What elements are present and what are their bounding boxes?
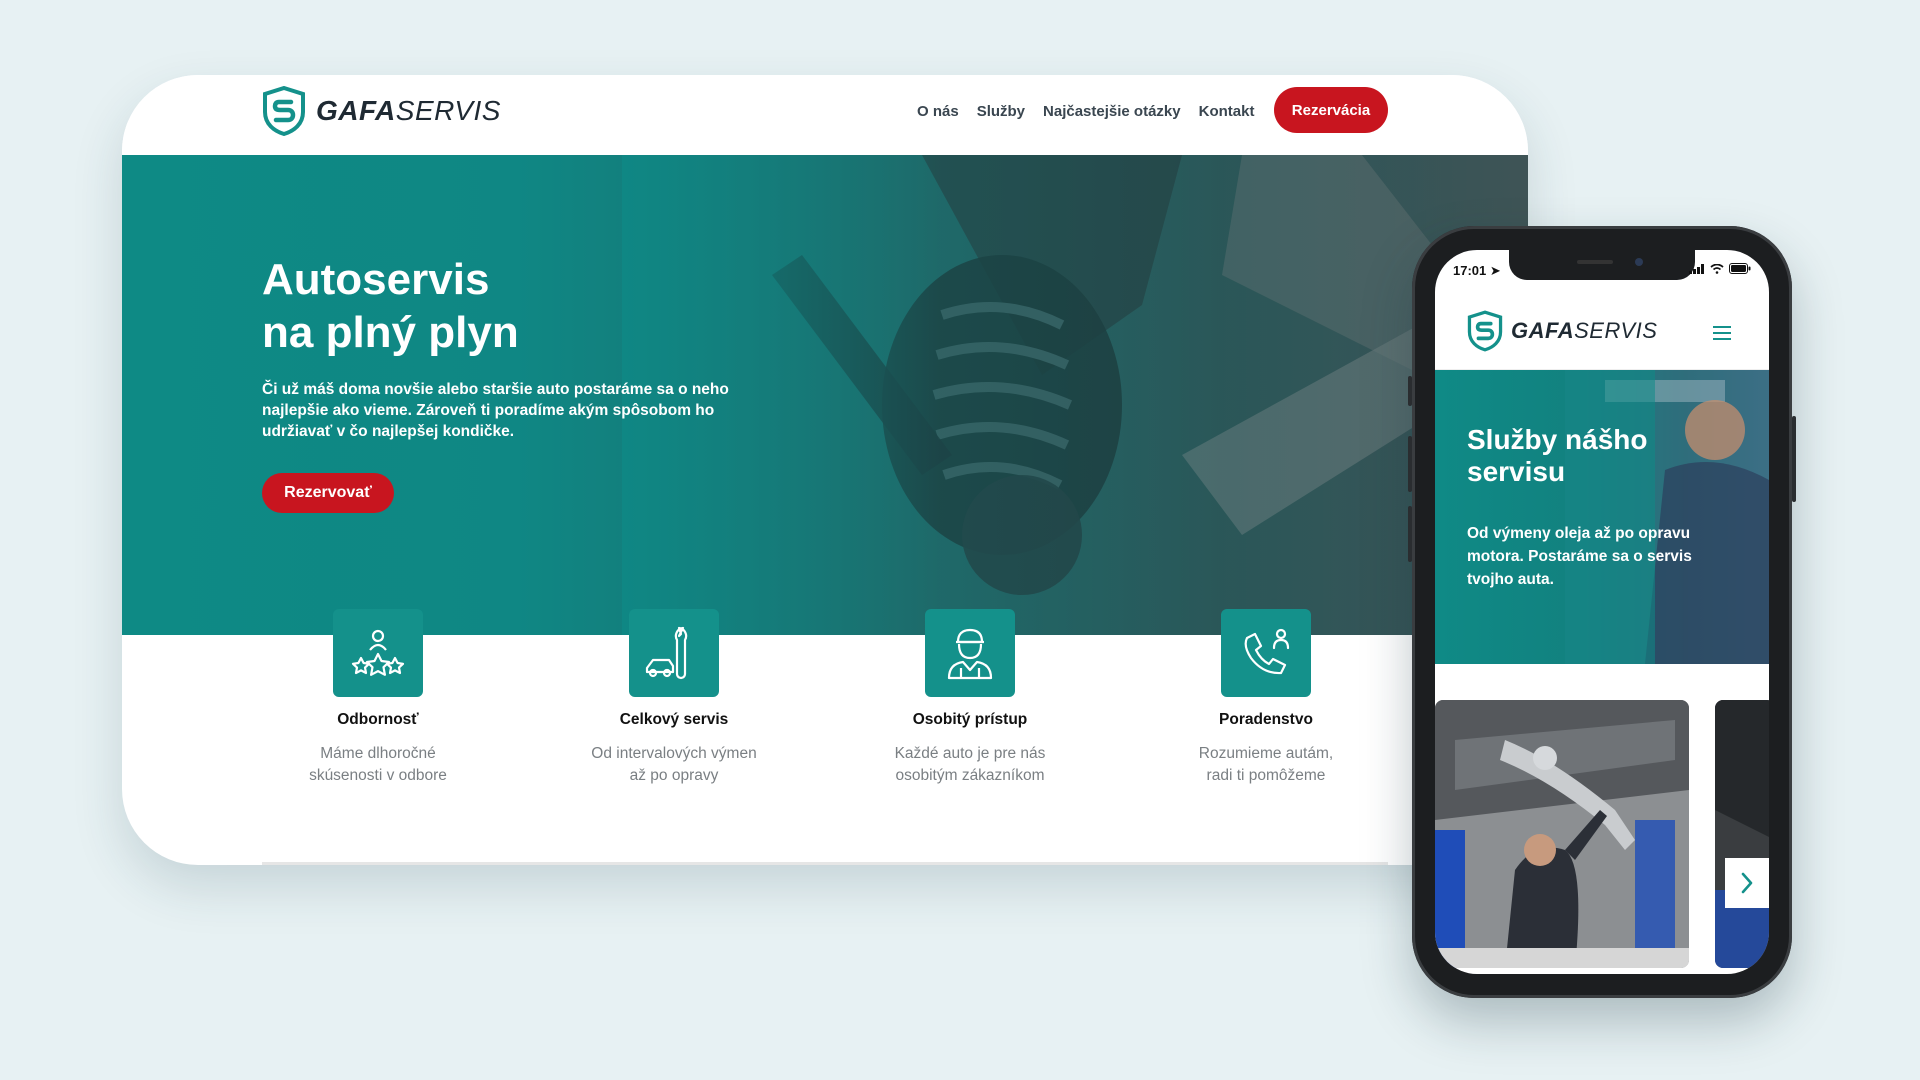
mechanic-icon <box>947 628 993 680</box>
phone-power-button <box>1792 416 1796 502</box>
hero-text: Či už máš doma novšie alebo staršie auto… <box>262 381 729 440</box>
phone-support-icon <box>1244 628 1290 675</box>
status-icons <box>1689 263 1751 274</box>
phone-screen: 17:01 ➤ GAFASERVIS Služby nášho servisu … <box>1435 250 1769 974</box>
feature-celkovy-servis: Celkový servis Od intervalových výmen až … <box>554 609 794 787</box>
mobile-gallery <box>1435 700 1769 968</box>
gallery-next-button[interactable] <box>1725 858 1769 908</box>
mobile-hero-text: Od výmeny oleja až po opravu motora. Pos… <box>1467 525 1692 588</box>
chevron-right-icon <box>1741 872 1753 894</box>
exhaust-repair-photo <box>1435 700 1689 968</box>
phone-volume-down <box>1408 506 1412 562</box>
desktop-logo[interactable]: GAFASERVIS <box>262 85 501 137</box>
hero-title-line1: Autoservis <box>262 255 490 304</box>
nav-sluzby[interactable]: Služby <box>977 103 1025 120</box>
phone-volume-up <box>1408 436 1412 492</box>
desktop-mockup: GAFASERVIS O nás Služby Najčastejšie otá… <box>122 75 1528 865</box>
feature-odbornost: Odbornosť Máme dlhoročné skúsenosti v odb… <box>258 609 498 787</box>
nav-o-nas[interactable]: O nás <box>917 103 959 120</box>
hero-title: Autoservis na plný plyn <box>262 253 782 359</box>
mobile-hero-title: Služby nášho servisu <box>1467 424 1648 487</box>
feature-title: Odbornosť <box>337 711 419 728</box>
expert-stars-icon <box>351 629 405 676</box>
hamburger-menu-icon[interactable] <box>1713 326 1731 344</box>
next-gallery-photo <box>1715 700 1769 968</box>
gallery-photo-next[interactable] <box>1715 700 1769 968</box>
nav-kontakt[interactable]: Kontakt <box>1199 103 1255 120</box>
shield-logo-icon <box>1467 310 1503 352</box>
desktop-nav: O nás Služby Najčastejšie otázky Kontakt <box>917 103 1272 120</box>
signal-icon <box>1689 263 1704 274</box>
shield-logo-icon <box>263 86 305 136</box>
battery-icon <box>1729 263 1751 274</box>
hero-title-line2: na plný plyn <box>262 308 519 357</box>
front-camera <box>1635 258 1643 266</box>
desktop-header: GAFASERVIS O nás Služby Najčastejšie otá… <box>122 75 1528 155</box>
feature-poradenstvo: Poradenstvo Rozumieme autám, radi ti pomô… <box>1146 609 1386 787</box>
mechanic-photo <box>1565 370 1769 664</box>
feature-icon-box <box>333 609 423 697</box>
feature-icon-box <box>1221 609 1311 697</box>
feature-title: Osobitý prístup <box>912 711 1028 728</box>
phone-mute-switch <box>1408 376 1412 406</box>
feature-desc: Každé auto je pre nás osobitým zákazníkom <box>894 745 1046 784</box>
gallery-photo-exhaust[interactable] <box>1435 700 1689 968</box>
brand-name: GAFASERVIS <box>316 95 501 126</box>
desktop-hero: Autoservis na plný plyn Či už máš doma n… <box>122 155 1528 635</box>
mobile-hero: Služby nášho servisu Od výmeny oleja až … <box>1435 370 1769 664</box>
mobile-logo[interactable]: GAFASERVIS <box>1467 310 1657 352</box>
reservation-button[interactable]: Rezervácia <box>1274 87 1388 133</box>
section-divider <box>262 862 1388 865</box>
brand-name: GAFASERVIS <box>1511 318 1658 343</box>
feature-title: Poradenstvo <box>1219 711 1313 728</box>
features-row: Odbornosť Máme dlhoročné skúsenosti v odb… <box>122 609 1528 809</box>
feature-desc: Máme dlhoročné skúsenosti v odbore <box>309 745 447 784</box>
status-time: 17:01 ➤ <box>1453 263 1501 278</box>
feature-osobity-pristup: Osobitý prístup Každé auto je pre nás oso… <box>850 609 1090 787</box>
phone-notch <box>1509 250 1695 280</box>
speaker-grille <box>1577 260 1613 264</box>
nav-faq[interactable]: Najčastejšie otázky <box>1043 103 1181 120</box>
mobile-header: GAFASERVIS <box>1435 294 1769 370</box>
feature-desc: Od intervalových výmen až po opravy <box>591 745 757 784</box>
feature-title: Celkový servis <box>619 711 729 728</box>
phone-mockup: 17:01 ➤ GAFASERVIS Služby nášho servisu … <box>1408 226 1796 998</box>
hero-reserve-button[interactable]: Rezervovať <box>262 473 394 513</box>
feature-icon-box <box>925 609 1015 697</box>
wifi-icon <box>1710 263 1724 274</box>
feature-desc: Rozumieme autám, radi ti pomôžeme <box>1198 745 1334 784</box>
feature-icon-box <box>629 609 719 697</box>
car-wrench-icon <box>645 626 688 680</box>
